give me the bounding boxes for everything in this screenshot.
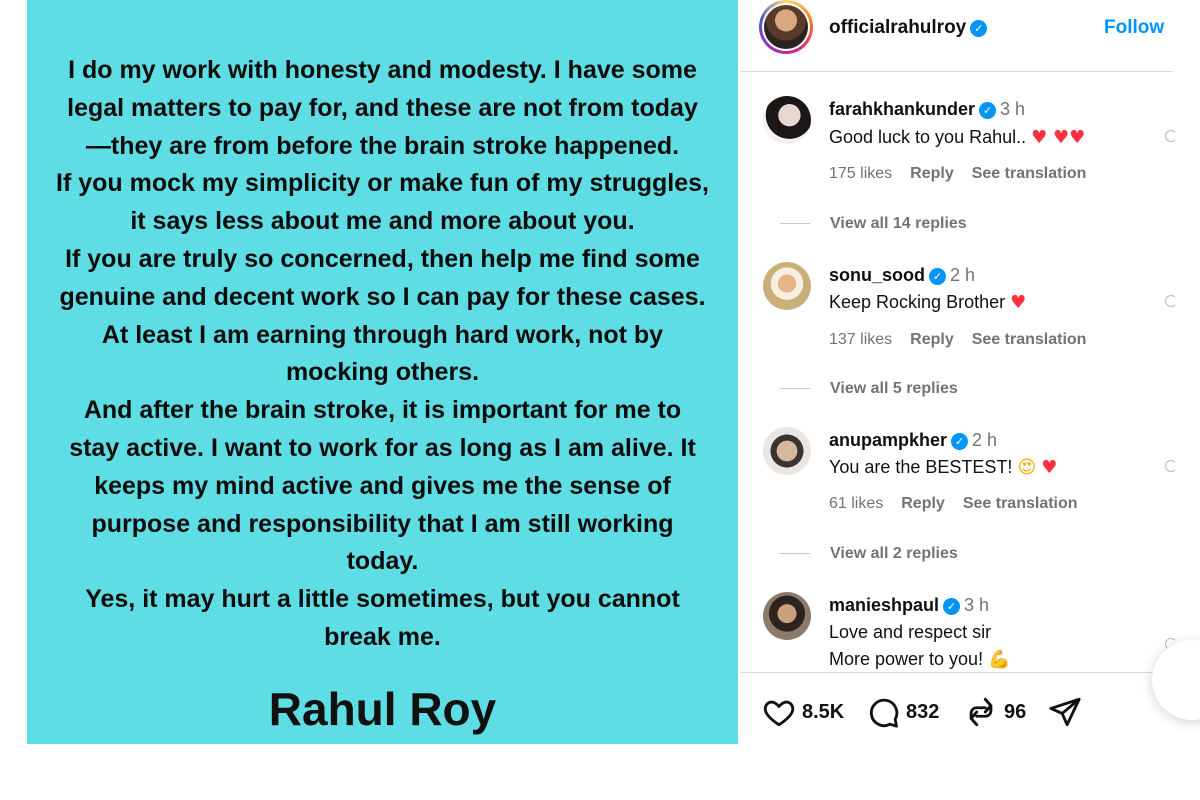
repost-count: 96: [1004, 700, 1027, 723]
flexed-biceps-emoji-icon: 💪: [988, 649, 1011, 670]
comment-meta: 61 likes Reply See translation: [829, 495, 1096, 513]
comment-likes[interactable]: 61 likes: [829, 495, 883, 512]
comment-text: You are the BESTEST! 😍 ♥: [829, 454, 1057, 481]
statement-line: break me.: [324, 622, 441, 651]
statement-line: it says less about me and more about you…: [130, 207, 635, 236]
commenter-avatar[interactable]: [763, 427, 811, 475]
heart-eyes-emoji-icon: 😍: [1017, 457, 1037, 478]
commenter-username[interactable]: sonu_sood ✓ 2 h: [829, 265, 975, 286]
verified-badge-icon: ✓: [943, 598, 961, 615]
statement-line: genuine and decent work so I can pay for…: [59, 282, 706, 311]
verified-badge-icon: ✓: [951, 433, 969, 450]
see-translation-button[interactable]: See translation: [972, 165, 1087, 182]
comment-text: Love and respect sir: [829, 619, 991, 646]
comment-text: Good luck to you Rahul.. ♥ ♥♥: [829, 124, 1085, 151]
commenter-username-text[interactable]: farahkhankunder: [829, 99, 975, 119]
reply-button[interactable]: Reply: [910, 165, 954, 182]
heart-emoji-icon: ♥: [1010, 292, 1027, 313]
statement-line: mocking others.: [285, 358, 480, 387]
author-username-text[interactable]: officialrahulroy: [829, 17, 966, 38]
commenter-username[interactable]: anupampkher ✓ 2 h: [829, 430, 997, 451]
statement-line: legal matters to pay for, and these are …: [67, 93, 698, 122]
like-action[interactable]: 8.5K: [762, 695, 844, 729]
view-replies-button[interactable]: View all 14 replies: [829, 215, 967, 233]
heart-icon[interactable]: [762, 695, 796, 729]
comment-text-body: More power to you!: [829, 649, 984, 669]
statement-line: Yes, it may hurt a little sometimes, but…: [85, 585, 680, 614]
author-avatar[interactable]: [759, 0, 813, 54]
statement-line: I do my work with honesty and modesty. I…: [68, 56, 697, 84]
comment-time: 3 h: [1000, 99, 1026, 119]
comment-action[interactable]: 832: [866, 695, 939, 729]
verified-badge-icon: ✓: [970, 20, 988, 37]
signature: Rahul Roy: [268, 683, 497, 735]
see-translation-button[interactable]: See translation: [972, 331, 1087, 348]
commenter-avatar[interactable]: [763, 96, 811, 144]
comment-meta: 137 likes Reply See translation: [829, 331, 1104, 349]
comment-text: Keep Rocking Brother ♥: [829, 289, 1026, 316]
statement-line: And after the brain stroke, it is import…: [83, 396, 682, 425]
reply-button[interactable]: Reply: [910, 331, 954, 348]
reply-button[interactable]: Reply: [901, 495, 945, 512]
comment-meta: 175 likes Reply See translation: [829, 165, 1104, 183]
statement-line: If you are truly so concerned, then help…: [65, 244, 700, 273]
follow-button[interactable]: Follow: [1104, 17, 1164, 39]
statement-line: stay active. I want to work for as long …: [69, 433, 696, 462]
see-translation-button[interactable]: See translation: [963, 495, 1078, 512]
commenter-username[interactable]: farahkhankunder ✓ 3 h: [829, 99, 1025, 120]
comment-time: 3 h: [964, 595, 990, 615]
statement-text: I do my work with honesty and modesty. I…: [27, 52, 738, 657]
comment-time: 2 h: [972, 430, 998, 450]
share-action[interactable]: [1048, 695, 1082, 729]
commenter-username[interactable]: manieshpaul ✓ 3 h: [829, 595, 989, 616]
post-image: I do my work with honesty and modesty. I…: [27, 0, 738, 744]
comments-panel: officialrahulroy ✓ Follow farahkhankunder…: [740, 0, 1177, 744]
comment-time: 2 h: [950, 265, 976, 285]
comment-like-icon[interactable]: [1165, 130, 1177, 142]
verified-badge-icon: ✓: [929, 268, 947, 285]
comment-text-body: You are the BESTEST!: [829, 457, 1013, 477]
statement-line: purpose and responsibility that I am sti…: [91, 509, 674, 538]
comment-text-body: Love and respect sir: [829, 622, 992, 642]
statement-line: keeps my mind active and gives me the se…: [94, 471, 671, 500]
commenter-username-text[interactable]: manieshpaul: [829, 595, 939, 615]
statement-line: If you mock my simplicity or make fun of…: [56, 169, 709, 198]
verified-badge-icon: ✓: [979, 102, 997, 119]
comment-count: 832: [906, 700, 940, 723]
comment-likes[interactable]: 137 likes: [829, 331, 892, 348]
commenter-username-text[interactable]: anupampkher: [829, 430, 947, 450]
commenter-username-text[interactable]: sonu_sood: [829, 265, 925, 285]
comment-bubble-icon[interactable]: [866, 695, 900, 729]
comment-like-icon[interactable]: [1165, 295, 1177, 307]
comment-text-body: Keep Rocking Brother: [829, 292, 1006, 312]
comment-like-icon[interactable]: [1165, 460, 1177, 472]
post-header: officialrahulroy ✓ Follow: [740, 0, 1173, 72]
author-username[interactable]: officialrahulroy ✓: [829, 17, 988, 39]
comment-text-line-2: More power to you! 💪: [829, 646, 1011, 673]
view-replies-button[interactable]: View all 5 replies: [829, 380, 958, 398]
commenter-avatar[interactable]: [763, 262, 811, 310]
like-count: 8.5K: [802, 700, 845, 723]
statement-line: today.: [346, 547, 419, 576]
share-send-icon[interactable]: [1048, 695, 1082, 729]
heart-emoji-icon: ♥ ♥♥: [1031, 127, 1086, 148]
heart-emoji-icon: ♥: [1041, 457, 1058, 478]
post-actions-bar: 8.5K 832 96: [740, 672, 1173, 744]
repost-icon[interactable]: [964, 695, 998, 729]
statement-line: —they are from before the brain stroke h…: [85, 131, 680, 160]
comment-likes[interactable]: 175 likes: [829, 165, 892, 182]
view-replies-button[interactable]: View all 2 replies: [829, 545, 958, 563]
repost-action[interactable]: 96: [964, 695, 1026, 729]
commenter-avatar[interactable]: [763, 592, 811, 640]
comment-text-body: Good luck to you Rahul..: [829, 127, 1027, 147]
statement-line: At least I am earning through hard work,…: [101, 320, 664, 349]
